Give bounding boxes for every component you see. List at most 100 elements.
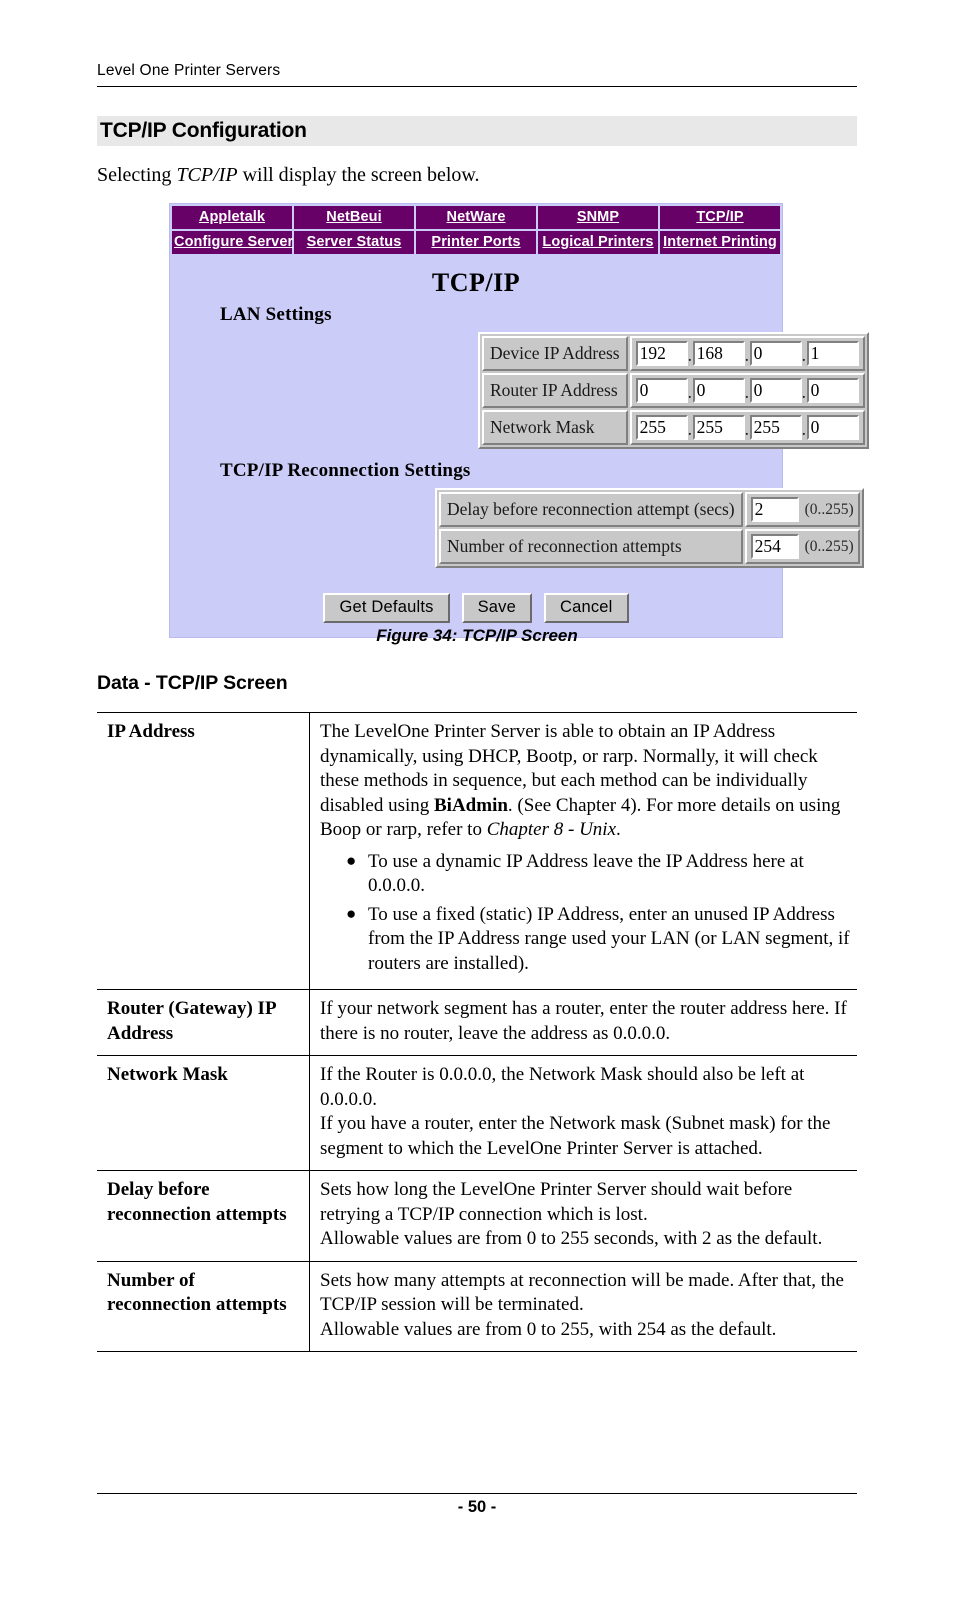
nav-tab-server-status-label: Server Status [306,234,402,250]
lan-row-network-mask: Network Mask 255. 255. 255. 0 [482,410,865,445]
nav-tab-printer-ports[interactable]: Printer Ports [414,229,538,256]
chapter8-reference: Chapter 8 - Unix [486,819,617,840]
nav-tab-tcpip[interactable]: TCP/IP [658,204,782,231]
lan-settings-table: Device IP Address 192. 168. 0. 1 Router IP … [480,334,867,447]
nav-tab-netbeui[interactable]: NetBeui [292,204,416,231]
delay-field-cell: 2 (0..255) [744,492,860,527]
network-mask-octet-2[interactable]: 255 [692,415,745,440]
delay-input[interactable]: 2 [750,497,799,522]
term-router-gateway-ip-address: Router (Gateway) IP Address [97,989,310,1056]
network-mask-fields: 255. 255. 255. 0 [629,410,865,445]
list-item: ● To use a dynamic IP Address leave the I… [320,850,851,899]
nav-tab-netbeui-label: NetBeui [326,209,382,225]
tcpip-screen-figure: Appletalk NetBeui NetWare SNMP TCP/IP Co… [169,203,869,638]
nav-tab-logical-printers[interactable]: Logical Printers [536,229,660,256]
lan-row-device-ip: Device IP Address 192. 168. 0. 1 [482,336,865,371]
router-ip-octet-2[interactable]: 0 [692,378,745,403]
get-defaults-button[interactable]: Get Defaults [323,593,450,623]
nav-tab-snmp[interactable]: SNMP [536,204,660,231]
desc-router-gateway-ip-address: If your network segment has a router, en… [309,989,857,1056]
navigation-tabs: Appletalk NetBeui NetWare SNMP TCP/IP Co… [170,204,782,256]
nav-tab-logical-printers-label: Logical Printers [542,234,654,250]
nav-tab-appletalk[interactable]: Appletalk [170,204,294,231]
bullet-text: To use a dynamic IP Address leave the IP… [368,850,804,897]
device-ip-octet-2[interactable]: 168 [692,341,745,366]
delay-label: Delay before reconnection attempt (secs) [439,492,743,527]
nav-tab-tcpip-label: TCP/IP [696,209,744,225]
save-button[interactable]: Save [461,593,532,623]
screen-title: TCP/IP [431,268,521,297]
router-ip-label: Router IP Address [482,373,628,408]
intro-text-before: Selecting [97,164,177,186]
intro-paragraph: Selecting TCP/IP will display the screen… [97,162,480,188]
reconnection-panel-wrap: Delay before reconnection attempt (secs)… [435,488,864,573]
term-network-mask: Network Mask [97,1055,310,1171]
nav-tab-netware[interactable]: NetWare [414,204,538,231]
term-number-of-reconnection-attempts: Number of reconnection attempts [97,1260,310,1352]
page-number: - 50 - [457,1498,497,1516]
table-row: Number of reconnection attempts Sets how… [97,1260,857,1352]
desc-delay-before-reconnection-attempts: Sets how long the LevelOne Printer Serve… [309,1170,857,1262]
device-ip-octet-3[interactable]: 0 [749,341,802,366]
network-mask-octet-1[interactable]: 255 [635,415,688,440]
network-mask-octet-3[interactable]: 255 [749,415,802,440]
nav-tab-configure-server[interactable]: Configure Server [170,229,294,256]
table-row: Delay before reconnection attempts Sets … [97,1170,857,1262]
bullet-icon: ● [346,903,357,923]
nav-tab-snmp-label: SNMP [576,209,620,225]
figure-caption: Figure 34: TCP/IP Screen [376,626,578,645]
desc-number-of-reconnection-attempts: Sets how many attempts at reconnection w… [309,1260,857,1352]
data-description-table: IP Address The LevelOne Printer Server i… [97,712,857,1352]
reconnection-settings-panel: Delay before reconnection attempt (secs)… [435,488,864,568]
device-ip-octet-1[interactable]: 192 [635,341,688,366]
attempts-line-1: Sets how many attempts at reconnection w… [320,1269,844,1316]
nav-tab-printer-ports-label: Printer Ports [431,234,521,250]
ip-address-bullet-list: ● To use a dynamic IP Address leave the I… [320,850,851,977]
attempts-input[interactable]: 254 [750,534,799,559]
attempts-label: Number of reconnection attempts [439,529,743,564]
running-header-text: Level One Printer Servers [97,62,281,79]
nav-tab-appletalk-label: Appletalk [198,209,266,225]
header-rule [97,86,857,87]
section-heading-band: TCP/IP Configuration [97,116,857,146]
reconnection-settings-heading: TCP/IP Reconnection Settings [220,460,471,481]
lan-settings-panel: Device IP Address 192. 168. 0. 1 Router IP … [478,332,869,449]
device-ip-octet-4[interactable]: 1 [806,341,859,366]
router-ip-octet-4[interactable]: 0 [806,378,859,403]
lan-settings-panel-wrap: Device IP Address 192. 168. 0. 1 Router IP … [478,332,869,454]
nav-tab-internet-printing[interactable]: Internet Printing [658,229,782,256]
lan-settings-heading: LAN Settings [220,304,332,325]
attempts-line-2: Allowable values are from 0 to 255, with… [320,1318,777,1340]
nav-row-functions: Configure Server Server Status Printer P… [170,229,782,256]
network-mask-label: Network Mask [482,410,628,445]
network-mask-octet-4[interactable]: 0 [806,415,859,440]
ip-address-para-3: . [616,819,621,840]
intro-text-italic: TCP/IP [176,164,238,186]
list-item: ● To use a fixed (static) IP Address, ent… [320,903,851,977]
footer-rule [97,1493,857,1494]
nav-tab-internet-printing-label: Internet Printing [663,234,777,250]
nav-tab-server-status[interactable]: Server Status [292,229,416,256]
reconnect-row-attempts: Number of reconnection attempts 254 (0..2… [439,529,860,564]
desc-ip-address: The LevelOne Printer Server is able to o… [309,712,857,990]
router-ip-octet-1[interactable]: 0 [635,378,688,403]
lan-row-router-ip: Router IP Address 0.0.0.0 [482,373,865,408]
intro-text-after: will display the screen below. [237,164,480,186]
delay-line-1: Sets how long the LevelOne Printer Serve… [320,1179,793,1225]
reconnection-settings-table: Delay before reconnection attempt (secs)… [437,490,862,566]
term-delay-before-reconnection-attempts: Delay before reconnection attempts [97,1170,310,1262]
running-header: Level One Printer Servers [97,62,857,87]
router-ip-fields: 0.0.0.0 [629,373,865,408]
desc-network-mask: If the Router is 0.0.0.0, the Network Ma… [309,1055,857,1171]
page-title: TCP/IP Configuration [100,119,307,142]
delay-line-2: Allowable values are from 0 to 255 secon… [320,1228,823,1249]
table-row: Network Mask If the Router is 0.0.0.0, t… [97,1055,857,1171]
document-page: Level One Printer Servers TCP/IP Configu… [0,0,954,1610]
nav-tab-netware-label: NetWare [446,209,506,225]
nav-row-protocols: Appletalk NetBeui NetWare SNMP TCP/IP [170,204,782,231]
table-row: IP Address The LevelOne Printer Server i… [97,712,857,990]
device-ip-fields: 192. 168. 0. 1 [629,336,865,371]
cancel-button[interactable]: Cancel [543,593,629,623]
attempts-range-hint: (0..255) [804,537,854,555]
router-ip-octet-3[interactable]: 0 [749,378,802,403]
